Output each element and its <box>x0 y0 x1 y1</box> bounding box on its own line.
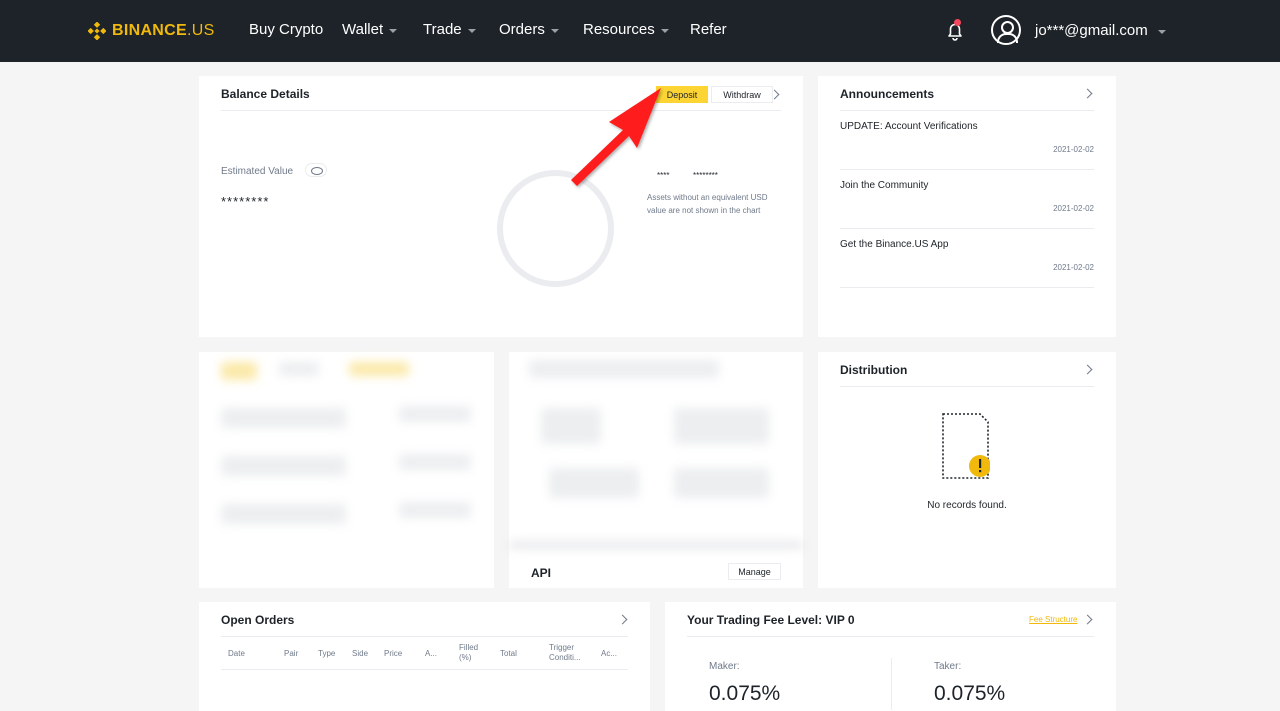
maker-fee-value: 0.075% <box>709 682 781 705</box>
blurred-row <box>399 502 471 518</box>
nav-wallet[interactable]: Wallet <box>342 21 398 38</box>
card-title: Distribution <box>840 363 908 377</box>
nav-orders[interactable]: Orders <box>499 21 559 38</box>
card-title: Balance Details <box>221 87 310 101</box>
empty-document-icon <box>942 413 990 479</box>
blurred-row <box>399 406 471 422</box>
column-header: Total <box>500 649 517 658</box>
deposit-button[interactable]: Deposit <box>656 86 708 103</box>
balance-details-card: Balance Details Deposit Withdraw Estimat… <box>199 76 803 337</box>
divider <box>891 658 892 710</box>
blurred-stat <box>549 468 639 498</box>
user-email: jo***@gmail.com <box>1035 22 1148 39</box>
user-menu[interactable]: jo***@gmail.com <box>1035 22 1166 39</box>
api-card: API Manage <box>509 352 803 588</box>
announcement-date: 2021-02-02 <box>1053 145 1094 154</box>
assets-note: Assets without an equivalent USD value a… <box>647 193 768 215</box>
blurred-stat <box>674 468 769 498</box>
binance-logo-icon <box>88 22 106 40</box>
chevron-right-icon[interactable] <box>617 614 628 625</box>
taker-label: Taker: <box>934 661 962 672</box>
chevron-down-icon <box>550 28 559 33</box>
blurred-header <box>529 360 719 378</box>
blurred-divider <box>509 542 803 548</box>
column-header: A... <box>425 649 438 658</box>
blurred-row <box>221 504 346 524</box>
blurred-row <box>221 408 346 428</box>
manage-api-button[interactable]: Manage <box>728 563 781 580</box>
chevron-down-icon <box>389 28 398 33</box>
announcement-date: 2021-02-02 <box>1053 263 1094 272</box>
blurred-tab <box>221 362 257 380</box>
chevron-right-icon[interactable] <box>1082 364 1093 375</box>
blurred-tab <box>279 362 319 376</box>
top-nav: BINANCE.US Buy Crypto Wallet Trade Order… <box>0 0 1280 62</box>
estimated-value-label: Estimated Value <box>221 166 294 177</box>
column-header: Ac... <box>601 649 618 658</box>
announcement-date: 2021-02-02 <box>1053 204 1094 213</box>
chevron-right-icon[interactable] <box>1082 88 1093 99</box>
maker-label: Maker: <box>709 661 740 672</box>
blurred-row <box>399 454 471 470</box>
withdraw-button[interactable]: Withdraw <box>711 86 773 103</box>
announcement-title: Join the Community <box>840 180 929 191</box>
announcement-title: Get the Binance.US App <box>840 239 949 250</box>
open-orders-card: Open Orders Date Pair Type Side Price A.… <box>199 602 650 711</box>
divider <box>840 386 1094 387</box>
chevron-down-icon <box>467 28 476 33</box>
blurred-stat <box>674 408 769 444</box>
eye-icon[interactable] <box>305 163 327 177</box>
divider <box>221 636 628 637</box>
api-row: API Manage <box>509 552 803 588</box>
announcement-item[interactable]: UPDATE: Account Verifications 2021-02-02 <box>840 111 1094 170</box>
legend-value: ******** <box>693 171 718 180</box>
blurred-row <box>221 456 346 476</box>
divider <box>221 669 628 670</box>
nav-refer[interactable]: Refer <box>690 21 727 38</box>
announcements-card: Announcements UPDATE: Account Verificati… <box>818 76 1116 337</box>
column-header: Type <box>318 649 336 658</box>
divider <box>221 110 781 111</box>
fee-structure-link[interactable]: Fee Structure <box>1029 615 1077 624</box>
column-header: Price <box>384 649 403 658</box>
notification-dot <box>954 19 961 26</box>
legend-label: **** <box>657 171 670 180</box>
chevron-right-icon[interactable] <box>1082 614 1093 625</box>
card-title: Announcements <box>840 87 935 101</box>
nav-buy-crypto[interactable]: Buy Crypto <box>249 21 323 38</box>
column-header: Date <box>228 649 245 658</box>
announcement-title: UPDATE: Account Verifications <box>840 121 978 132</box>
distribution-card: Distribution No records found. <box>818 352 1116 588</box>
column-header: Side <box>352 649 369 658</box>
brand-logo[interactable]: BINANCE.US <box>88 19 215 43</box>
announcement-item[interactable]: Join the Community 2021-02-02 <box>840 170 1094 229</box>
blurred-assets-card <box>199 352 494 588</box>
nav-trade[interactable]: Trade <box>423 21 476 38</box>
blurred-tab <box>349 362 409 376</box>
chevron-down-icon <box>1157 29 1166 34</box>
taker-fee-value: 0.075% <box>934 682 1006 705</box>
announcement-item[interactable]: Get the Binance.US App 2021-02-02 <box>840 229 1094 288</box>
card-title: Your Trading Fee Level: VIP 0 <box>687 613 855 627</box>
balance-donut-chart <box>497 170 614 287</box>
card-title: Open Orders <box>221 613 295 627</box>
trading-fee-card: Your Trading Fee Level: VIP 0 Fee Struct… <box>665 602 1116 711</box>
column-header: Trigger Conditi... <box>549 643 581 662</box>
column-header: Pair <box>284 649 299 658</box>
api-label: API <box>531 566 552 580</box>
nav-resources[interactable]: Resources <box>583 21 669 38</box>
blurred-stat <box>541 408 601 444</box>
brand-name: BINANCE.US <box>112 22 215 39</box>
user-avatar-icon[interactable] <box>991 15 1021 45</box>
column-header: Filled (%) <box>459 643 479 662</box>
no-records-text: No records found. <box>927 500 1007 511</box>
estimated-value: ******** <box>221 194 270 209</box>
divider <box>687 636 1094 637</box>
chevron-down-icon <box>660 28 669 33</box>
